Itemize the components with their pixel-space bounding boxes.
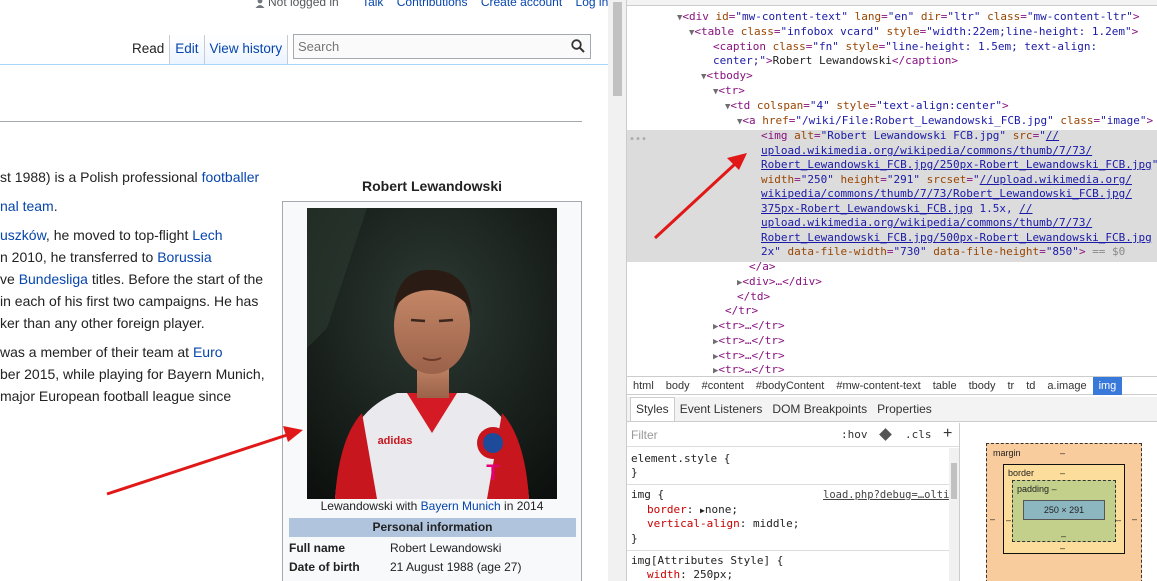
padding-top-value: – [1051, 484, 1057, 494]
border-bottom-value: – [1060, 543, 1066, 553]
border-left-value: – [1006, 515, 1012, 525]
prop-name: border [647, 503, 687, 516]
box-model-content[interactable]: 250 × 291 [1023, 500, 1105, 520]
page-scrollbar[interactable] [608, 0, 627, 581]
rule-close: } [631, 532, 638, 545]
tab-event-listeners[interactable]: Event Listeners [675, 402, 768, 421]
crumb-img[interactable]: img [1092, 376, 1123, 395]
new-style-rule-button[interactable]: + [943, 425, 952, 443]
wikipedia-page: Not logged in Talk Contributions Create … [0, 0, 608, 581]
box-model-border[interactable]: border – – – – padding – – 250 × 291 [1003, 464, 1125, 554]
rule-attributes-style[interactable]: img[Attributes Style] { [631, 554, 783, 568]
margin-right-value: – [1132, 514, 1138, 524]
prop-name: vertical-align [647, 517, 740, 530]
devtools-panel: ••• ▼<div id="mw-content-text" lang="en"… [627, 0, 1157, 581]
border-top-value: – [1060, 468, 1066, 478]
tab-dom-breakpoints[interactable]: DOM Breakpoints [767, 402, 872, 421]
red-arrow-annotation [653, 153, 747, 240]
crumb-mw-content-text[interactable]: #mw-content-text [830, 377, 926, 395]
red-arrow-annotation [106, 426, 303, 496]
padding-bottom-value: – [1061, 531, 1067, 541]
crumb-a-image[interactable]: a.image [1041, 377, 1092, 395]
box-model-margin[interactable]: margin – – – border – – – – padding – – … [986, 443, 1142, 581]
hover-state-toggle[interactable]: :hov [841, 428, 868, 441]
filter-input[interactable]: Filter [631, 428, 658, 442]
crumb-tr[interactable]: tr [1002, 377, 1021, 395]
prop-width[interactable]: width: 250px; [647, 568, 733, 581]
element-classes-icon[interactable] [879, 428, 892, 441]
rule-divider [627, 550, 949, 551]
prop-vertical-align[interactable]: vertical-align: middle; [647, 517, 799, 531]
source-link[interactable]: load.php?debug=…oltips%2Cch…:1 [823, 489, 959, 501]
rule-divider [627, 484, 949, 485]
prop-value: middle; [752, 517, 800, 530]
tab-styles[interactable]: Styles [630, 397, 675, 421]
crumb-html[interactable]: html [627, 377, 660, 395]
crumb-td[interactable]: td [1020, 377, 1041, 395]
styles-scrollbar[interactable] [949, 448, 959, 581]
box-model-padding[interactable]: padding – – 250 × 291 [1012, 480, 1116, 542]
class-toggle[interactable]: .cls [905, 428, 932, 441]
breadcrumb: html body #content #bodyContent #mw-cont… [627, 376, 1157, 395]
rule-source-link[interactable]: load.php?debug=…oltips%2Cch…:1 [823, 488, 959, 502]
crumb-table[interactable]: table [927, 377, 963, 395]
border-label: border [1008, 468, 1035, 478]
rule-img-selector[interactable]: img { [631, 488, 664, 502]
styles-filter-bar: Filter :hov .cls + [627, 423, 959, 447]
sidebar-tabs: Styles Event Listeners DOM Breakpoints P… [627, 397, 1157, 422]
crumb-content[interactable]: #content [696, 377, 750, 395]
scrollbar-thumb[interactable] [613, 2, 622, 96]
border-right-value: – [1116, 515, 1122, 525]
prop-value: none; [704, 503, 738, 516]
rule-element-style[interactable]: element.style { [631, 452, 730, 466]
margin-left-value: – [990, 514, 996, 524]
margin-label: margin [993, 448, 1021, 458]
margin-top-value: – [1060, 448, 1066, 458]
styles-pane: element.style { } img { load.php?debug=…… [627, 448, 959, 581]
crumb-body[interactable]: body [660, 377, 696, 395]
crumb-tbody[interactable]: tbody [963, 377, 1002, 395]
box-model: margin – – – border – – – – padding – – … [959, 423, 1157, 581]
padding-label-text: padding [1017, 484, 1050, 494]
rule-close: } [631, 466, 638, 479]
dom-tree: ••• ▼<div id="mw-content-text" lang="en"… [627, 6, 1157, 376]
prop-name: width [647, 568, 681, 581]
tab-properties[interactable]: Properties [872, 402, 937, 421]
padding-label: padding – [1017, 484, 1057, 494]
prop-value: 250px; [693, 568, 734, 581]
scrollbar-thumb[interactable] [951, 463, 957, 499]
crumb-bodycontent[interactable]: #bodyContent [750, 377, 831, 395]
